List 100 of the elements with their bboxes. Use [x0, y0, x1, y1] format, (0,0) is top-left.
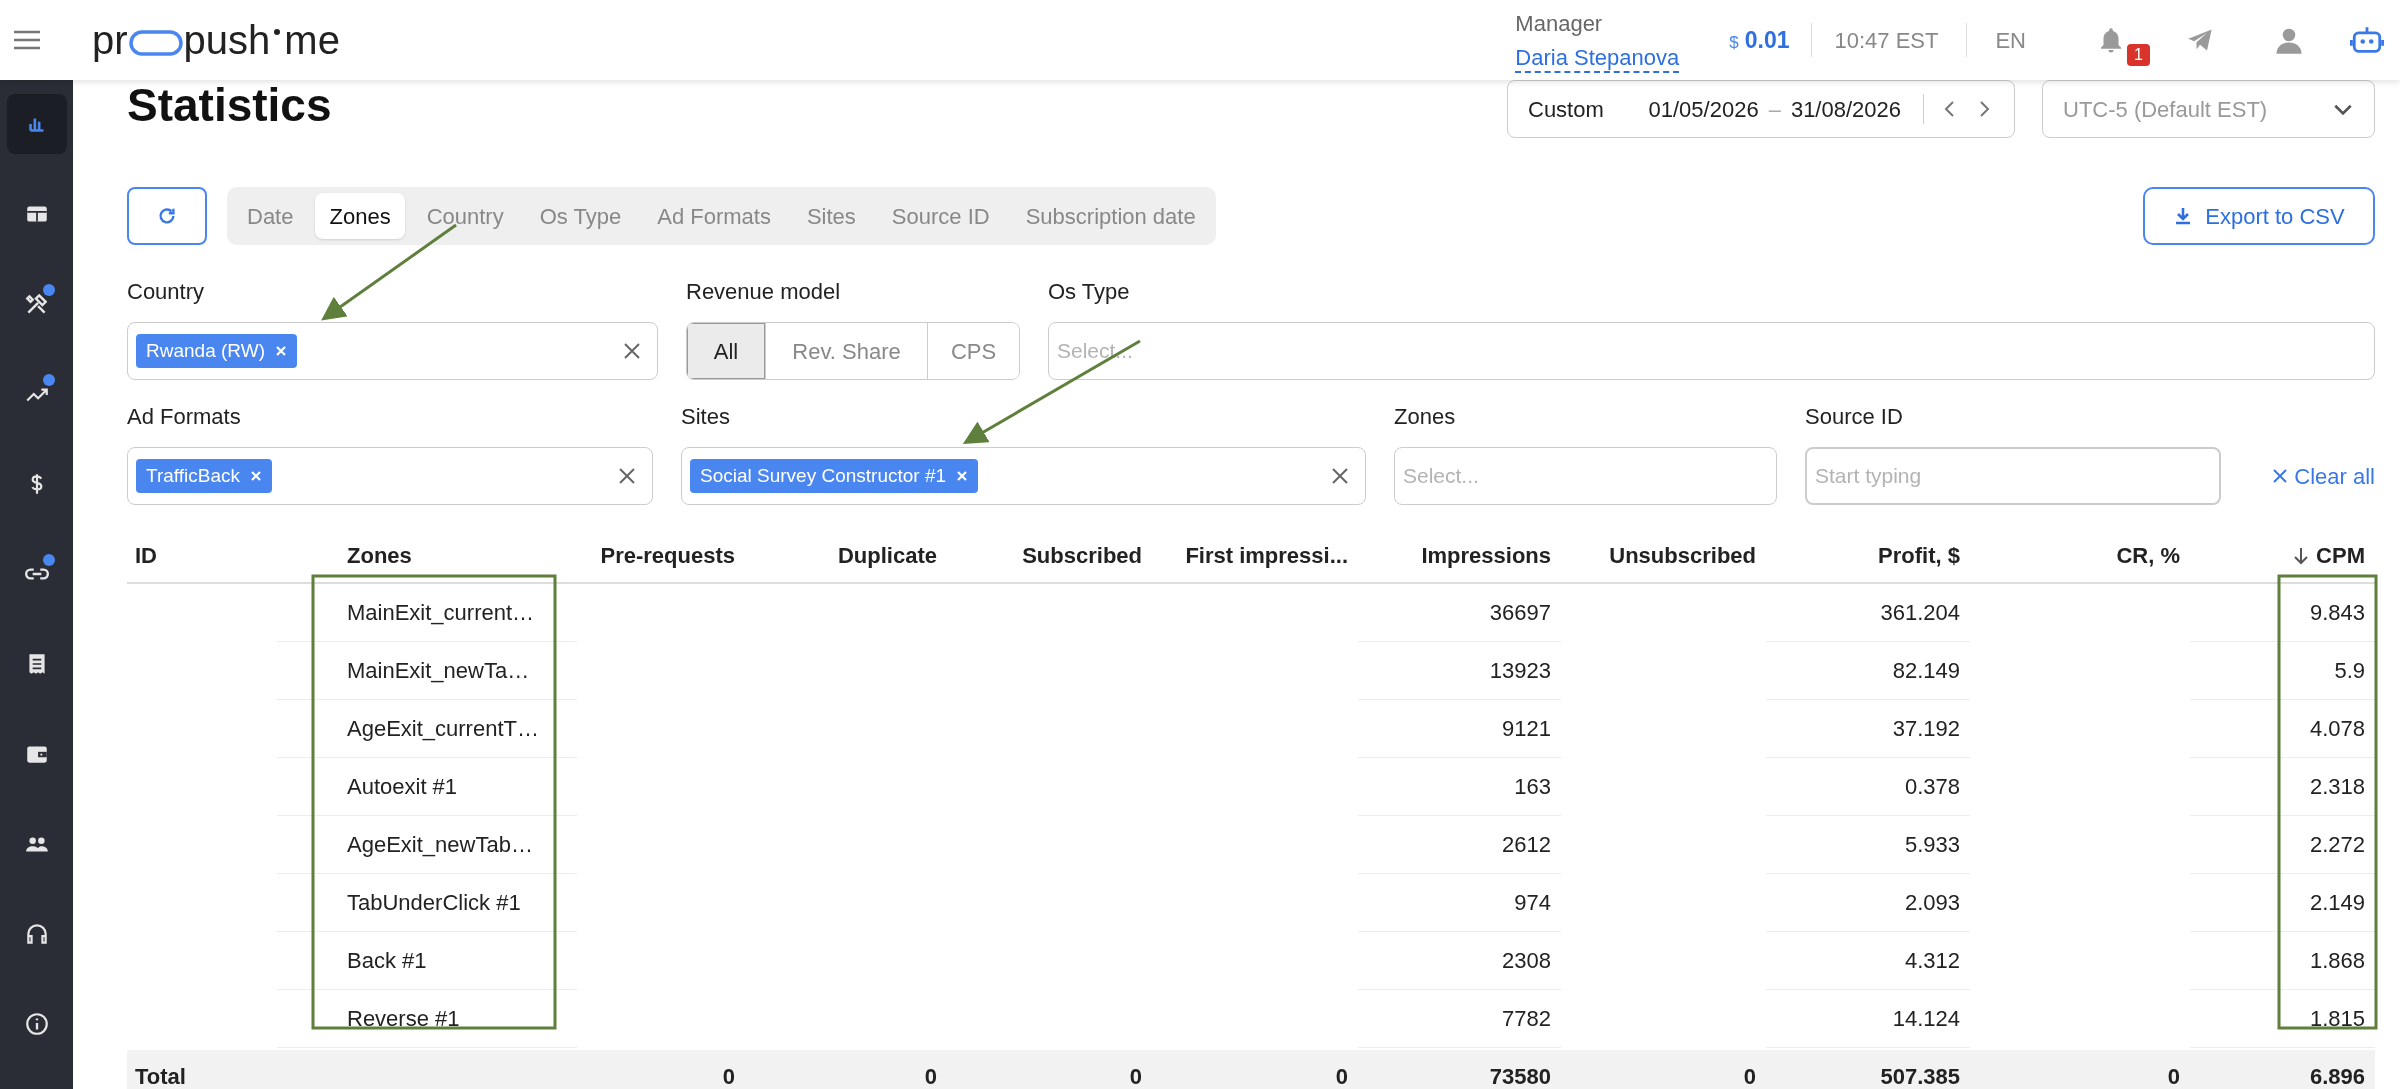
table-cell: 1.815	[2190, 990, 2375, 1048]
tab[interactable]: Subscription date	[1011, 193, 1210, 239]
table-cell: 1.868	[2190, 932, 2375, 990]
table-cell: Back #1	[277, 932, 577, 990]
column-header[interactable]: First impressi...	[1152, 539, 1358, 572]
tab[interactable]: Ad Formats	[643, 193, 785, 239]
table-cell-text: 0	[2166, 1062, 2181, 1089]
field-label: Country	[127, 278, 206, 306]
language-button[interactable]: EN	[1995, 23, 2026, 57]
table-cell-text: 507.385	[1879, 1062, 1961, 1089]
table-cell: 2.318	[2190, 758, 2375, 816]
table-cell-text: 0	[721, 1062, 736, 1089]
filter-tag: Rwanda (RW)	[136, 334, 297, 368]
sort-down-arrow-icon	[2292, 545, 2311, 566]
field-label: Zones	[1394, 403, 1457, 431]
column-header[interactable]: Profit, $	[1766, 539, 1970, 572]
timezone-select[interactable]: UTC-5 (Default EST)	[2042, 80, 2375, 138]
tab[interactable]: Date	[233, 193, 308, 239]
tab[interactable]: Sites	[792, 193, 870, 239]
table-cell: Reverse #1	[277, 990, 577, 1048]
table-cell: 7782	[1358, 990, 1561, 1048]
filter-tag: TrafficBack	[136, 459, 272, 493]
table-cell: 5.933	[1766, 816, 1970, 874]
table-cell: 163	[1358, 758, 1561, 816]
table-cell-text: 0	[923, 1062, 938, 1089]
column-header[interactable]: ID	[127, 539, 277, 572]
remove-icon[interactable]	[956, 470, 969, 482]
tag-select-field[interactable]: TrafficBack	[127, 447, 653, 505]
field-label: Source ID	[1805, 403, 1904, 431]
field-label: Sites	[681, 403, 731, 431]
table-cell: 361.204	[1766, 584, 1970, 642]
menu-icon[interactable]	[12, 29, 42, 51]
column-header[interactable]: Impressions	[1358, 539, 1561, 572]
logo-text: push	[183, 20, 271, 60]
table-cell: TabUnderClick #1	[277, 874, 577, 932]
table-cell: 13923	[1358, 642, 1561, 700]
field-label: Ad Formats	[127, 403, 242, 431]
table-cell-text: 0	[1128, 1062, 1143, 1089]
column-header[interactable]: CPM	[2190, 539, 2375, 572]
refresh-button[interactable]	[127, 187, 207, 245]
remove-icon[interactable]	[274, 345, 287, 357]
tag-select-field[interactable]: Rwanda (RW)	[127, 322, 658, 380]
table-cell: 0.378	[1766, 758, 1970, 816]
tab[interactable]: Os Type	[525, 193, 636, 239]
logo-text: me	[284, 20, 340, 60]
field-label: Os Type	[1048, 278, 1131, 306]
segment-option[interactable]: All	[687, 323, 765, 379]
table-cell: 2308	[1358, 932, 1561, 990]
table-cell: 9121	[1358, 700, 1561, 758]
table-cell: MainExit_current…	[277, 584, 577, 642]
remove-icon[interactable]	[250, 470, 262, 482]
filter-tag: Social Survey Constructor #1	[690, 459, 979, 493]
table-cell: Autoexit #1	[277, 758, 577, 816]
tab[interactable]: Zones	[315, 193, 405, 239]
table-cell: 2612	[1358, 816, 1561, 874]
tab[interactable]: Country	[412, 193, 518, 239]
export-button[interactable]: Export to CSV	[2143, 187, 2375, 245]
user-link[interactable]: Daria Stepanova	[1515, 43, 1680, 74]
column-header[interactable]: CR, %	[1970, 539, 2190, 572]
table-cell: AgeExit_newTab…	[277, 816, 577, 874]
close-icon	[2272, 468, 2289, 484]
select-field[interactable]: Select...	[1394, 447, 1777, 505]
page-title: Statistics	[127, 82, 332, 128]
table-cell: 36697	[1358, 584, 1561, 642]
table-cell-text: 73580	[1488, 1062, 1552, 1089]
table-cell: 14.124	[1766, 990, 1970, 1048]
column-header[interactable]: Unsubscribed	[1561, 539, 1766, 572]
notification-badge: 1	[2127, 44, 2150, 66]
table-cell: 5.9	[2190, 642, 2375, 700]
table-cell: 82.149	[1766, 642, 1970, 700]
date-range-picker[interactable]: Custom 01/05/2026 – 31/08/2026	[1507, 80, 2015, 138]
column-header[interactable]: Subscribed	[947, 539, 1152, 572]
dot-logo-icon	[272, 27, 283, 37]
tab[interactable]: Source ID	[877, 193, 1004, 239]
table-cell-text: 6.896	[2308, 1062, 2366, 1089]
input-field[interactable]: Start typing	[1805, 447, 2221, 505]
role-label: Manager	[1515, 9, 1604, 38]
table-cell: 2.272	[2190, 816, 2375, 874]
table-cell: 2.093	[1766, 874, 1970, 932]
oval-logo-icon	[128, 30, 183, 56]
column-header[interactable]: Duplicate	[745, 539, 947, 572]
tag-select-field[interactable]: Social Survey Constructor #1	[681, 447, 1366, 505]
table-cell: 9.843	[2190, 584, 2375, 642]
column-header[interactable]: Zones	[277, 539, 577, 572]
balance-amount: 0.01	[1744, 25, 1790, 55]
table-cell-text: 0	[1334, 1062, 1349, 1089]
clock-text: 10:47 EST	[1834, 26, 1939, 55]
field-label: Revenue model	[686, 278, 842, 306]
segment-option[interactable]: CPS	[927, 323, 1019, 379]
clear-all-link[interactable]: Clear all	[2272, 447, 2375, 505]
table-cell: AgeExit_currentT…	[277, 700, 577, 758]
info-icon	[23, 1011, 50, 1037]
table-cell: 2.149	[2190, 874, 2375, 932]
logo-text: pr	[92, 20, 128, 60]
table-cell: MainExit_newTa…	[277, 642, 577, 700]
table-cell-text: 0	[1742, 1062, 1757, 1089]
column-header[interactable]: Pre-requests	[577, 539, 745, 572]
table-cell: 4.078	[2190, 700, 2375, 758]
table-cell: 4.312	[1766, 932, 1970, 990]
currency-sign: $	[1729, 31, 1739, 54]
